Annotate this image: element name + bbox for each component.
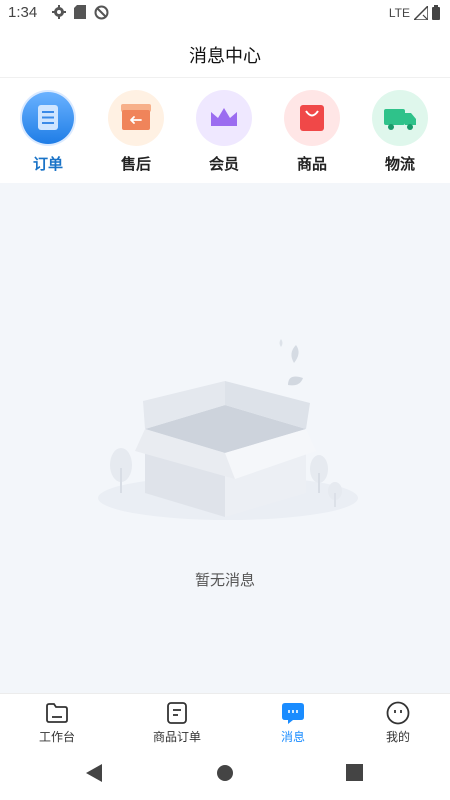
- message-categories: 订单 售后 会员 商品 物流: [0, 79, 450, 183]
- profile-face-icon: [386, 701, 410, 725]
- bottom-tab-bar: 工作台 商品订单 消息 我的: [0, 693, 450, 748]
- category-label: 商品: [296, 155, 327, 173]
- page-title: 消息中心: [189, 46, 261, 67]
- order-list-icon: [167, 702, 187, 724]
- signal-icon: [414, 5, 428, 20]
- message-list-area[interactable]: 暂无消息: [0, 183, 450, 693]
- category-member[interactable]: 会员: [189, 90, 259, 174]
- empty-state-text: 暂无消息: [194, 571, 255, 589]
- category-after-sale[interactable]: 售后: [101, 90, 171, 174]
- category-order[interactable]: 订单: [13, 90, 83, 174]
- sd-card-icon: [74, 5, 86, 19]
- category-label: 物流: [384, 155, 415, 173]
- tab-label: 工作台: [38, 730, 75, 744]
- tab-workbench[interactable]: 工作台: [17, 700, 97, 745]
- tab-label: 我的: [385, 730, 410, 744]
- member-crown-icon: [211, 108, 237, 126]
- logistics-truck-icon: [384, 109, 416, 130]
- empty-box-illustration: [98, 339, 358, 520]
- category-product[interactable]: 商品: [277, 90, 347, 174]
- category-label: 订单: [32, 155, 63, 173]
- product-bag-icon: [300, 105, 324, 131]
- system-nav-bar: [0, 748, 450, 800]
- settings-gear-icon: [52, 5, 66, 19]
- network-type: LTE: [388, 5, 410, 20]
- status-bar: 1:34 LTE: [0, 0, 450, 28]
- battery-icon: [432, 5, 440, 20]
- sync-off-icon: [94, 5, 109, 20]
- header: 消息中心: [0, 28, 450, 78]
- tab-label: 消息: [280, 730, 305, 744]
- status-notification-icons: [52, 5, 109, 20]
- tab-mine[interactable]: 我的: [358, 700, 438, 745]
- category-logistics[interactable]: 物流: [365, 90, 435, 174]
- recents-icon[interactable]: [346, 764, 363, 781]
- after-sale-box-icon: [121, 104, 151, 130]
- category-label: 会员: [208, 155, 239, 173]
- category-label: 售后: [120, 155, 151, 173]
- folder-icon: [46, 703, 68, 723]
- message-icon: [282, 703, 304, 724]
- home-icon[interactable]: [216, 764, 234, 782]
- status-time: 1:34: [8, 4, 38, 21]
- order-doc-icon: [22, 92, 74, 144]
- tab-messages[interactable]: 消息: [253, 700, 333, 745]
- tab-label: 商品订单: [152, 730, 201, 744]
- tab-product-orders[interactable]: 商品订单: [137, 700, 217, 745]
- back-icon[interactable]: [86, 764, 102, 782]
